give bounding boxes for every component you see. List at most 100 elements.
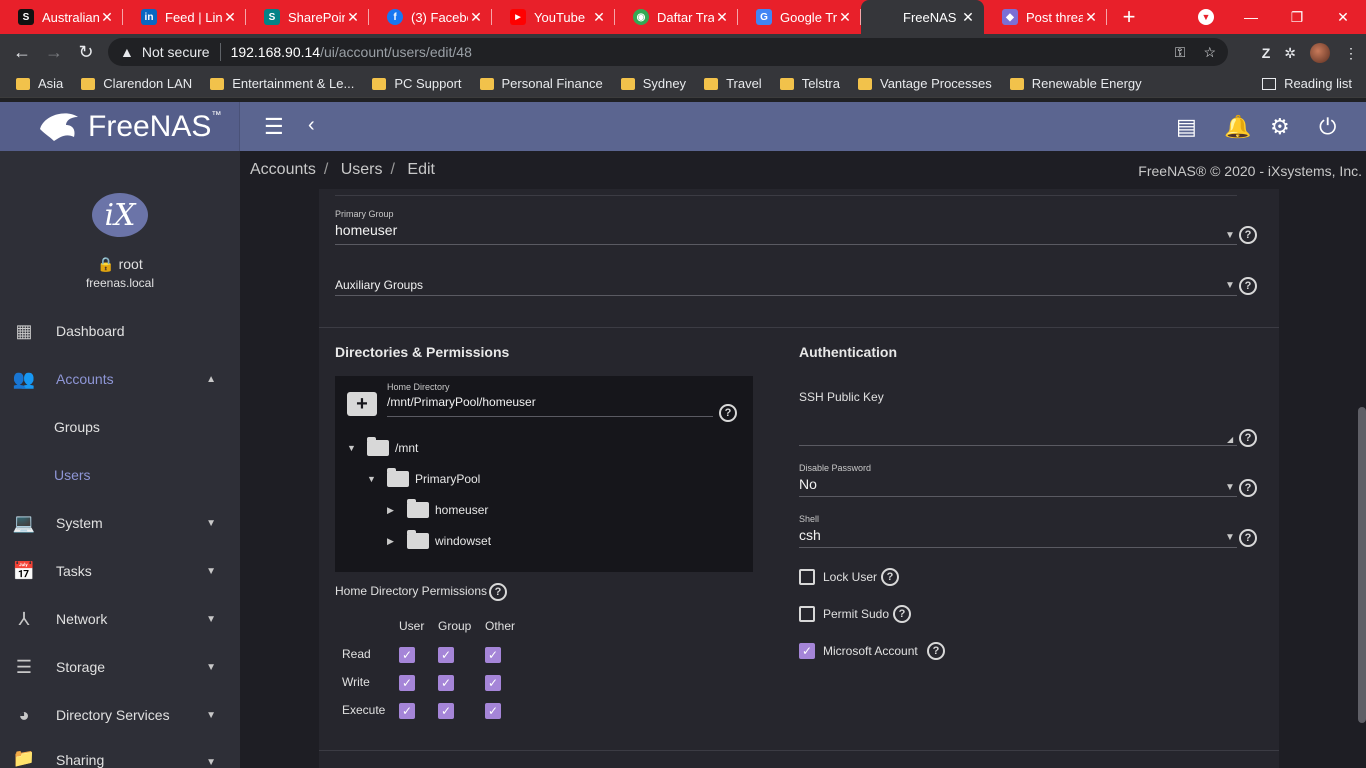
bookmark-folder[interactable]: Sydney [620,76,686,91]
browser-tab-active[interactable]: FreeNAS - ✕ [861,0,984,34]
bookmark-folder[interactable]: Vantage Processes [858,76,992,91]
bookmark-folder[interactable]: Clarendon LAN [81,76,192,91]
collapse-icon[interactable]: ▶ [387,536,399,547]
browser-tab[interactable]: ▶ YouTube ✕ [492,0,615,34]
perm-other-write-checkbox[interactable]: ✓ [485,675,501,691]
help-icon[interactable]: ? [1239,529,1257,547]
browser-tab[interactable]: G Google Tra✕ [738,0,861,34]
freenas-logo[interactable]: FreeNAS ™ [0,102,240,151]
tree-node-mnt[interactable]: ▼ /mnt [347,437,418,456]
chevron-down-icon[interactable]: ▼ [1225,280,1235,291]
breadcrumb-accounts[interactable]: Accounts [250,161,316,178]
shell-select[interactable]: Shell csh [799,514,821,543]
sidebar-item-sharing[interactable]: 📁 Sharing ▼ [0,739,240,768]
restore-icon[interactable]: ❐ [1274,9,1320,26]
browser-tab[interactable]: S SharePoint✕ [246,0,369,34]
back-icon[interactable]: ← [6,42,38,63]
not-secure-label[interactable]: Not secure [142,44,210,60]
bell-icon[interactable]: 🔔 [1224,114,1251,140]
bookmark-folder[interactable]: Personal Finance [479,76,603,91]
lock-user-checkbox[interactable] [799,569,815,585]
reading-list-button[interactable]: Reading list [1262,76,1352,91]
breadcrumb-users[interactable]: Users [341,161,383,178]
help-icon[interactable]: ? [489,583,507,601]
bookmark-folder[interactable]: Telstra [779,76,840,91]
expand-icon[interactable]: ▼ [347,443,359,453]
expand-icon[interactable]: ▼ [367,474,379,484]
chevron-down-icon[interactable]: ▼ [1225,532,1235,543]
scrollbar[interactable] [1358,407,1366,723]
close-icon[interactable]: ✕ [345,9,361,26]
hamburger-menu-icon[interactable]: ☰ [264,114,284,140]
new-tab-button[interactable]: + [1107,0,1151,34]
more-icon[interactable]: ⋮ [1344,45,1358,62]
help-icon[interactable]: ? [881,568,899,586]
tree-node-primarypool[interactable]: ▼ PrimaryPool [367,468,480,487]
perm-user-read-checkbox[interactable]: ✓ [399,647,415,663]
reload-icon[interactable]: ↻ [70,42,102,63]
bookmark-folder[interactable]: Travel [704,76,762,91]
perm-group-read-checkbox[interactable]: ✓ [438,647,454,663]
close-icon[interactable]: ✕ [222,9,238,26]
gear-icon[interactable]: ⚙ [1270,114,1290,140]
sidebar-item-users[interactable]: Users [0,451,240,499]
sidebar-item-network[interactable]: ⅄ Network ▼ [0,595,240,643]
close-icon[interactable]: ✕ [591,9,607,26]
key-icon[interactable]: ⚿ [1175,44,1186,61]
resize-handle-icon[interactable]: ◢ [1227,435,1233,444]
sidebar-item-system[interactable]: 💻 System ▼ [0,499,240,547]
perm-user-write-checkbox[interactable]: ✓ [399,675,415,691]
permit-sudo-checkbox[interactable] [799,606,815,622]
sidebar-item-groups[interactable]: Groups [0,403,240,451]
perm-user-execute-checkbox[interactable]: ✓ [399,703,415,719]
url-bar[interactable]: ▲ Not secure 192.168.90.14 /ui/account/u… [108,38,1228,66]
bookmark-folder[interactable]: Renewable Energy [1009,76,1142,91]
profile-avatar[interactable] [1310,43,1330,63]
browser-tab[interactable]: f (3) Facebo ✕ [369,0,492,34]
help-icon[interactable]: ? [1239,226,1257,244]
ssh-public-key-textarea[interactable] [799,409,1237,445]
sidebar-item-dashboard[interactable]: ▦ Dashboard [0,307,240,355]
browser-tab[interactable]: ◉ Daftar Tran✕ [615,0,738,34]
close-icon[interactable]: ✕ [99,9,115,26]
close-icon[interactable]: ✕ [468,9,484,26]
clipboard-icon[interactable]: ▤ [1176,114,1197,140]
star-icon[interactable]: ☆ [1203,44,1216,61]
perm-group-execute-checkbox[interactable]: ✓ [438,703,454,719]
forward-icon[interactable]: → [38,42,70,63]
sidebar-item-storage[interactable]: ☰ Storage ▼ [0,643,240,691]
permit-sudo-label[interactable]: Permit Sudo [823,607,889,621]
help-icon[interactable]: ? [893,605,911,623]
lock-user-label[interactable]: Lock User [823,570,877,584]
browser-tab[interactable]: in Feed | Link✕ [123,0,246,34]
sidebar-item-tasks[interactable]: 📅 Tasks ▼ [0,547,240,595]
help-icon[interactable]: ? [1239,479,1257,497]
perm-group-write-checkbox[interactable]: ✓ [438,675,454,691]
extension-z-icon[interactable]: Z [1262,45,1271,61]
browser-tab[interactable]: S Australian ✕ [0,0,123,34]
bookmark-folder[interactable]: PC Support [372,76,462,91]
tab-search-icon[interactable]: ▼ [1198,9,1214,25]
close-icon[interactable]: ✕ [1083,9,1099,26]
microsoft-account-checkbox[interactable]: ✓ [799,643,815,659]
sidebar-item-directory-services[interactable]: ◕ Directory Services ▼ [0,691,240,739]
sidebar-item-accounts[interactable]: 👥 Accounts ▲ [0,355,240,403]
close-icon[interactable]: ✕ [960,9,976,26]
collapse-icon[interactable]: ▶ [387,505,399,516]
perm-other-read-checkbox[interactable]: ✓ [485,647,501,663]
chevron-left-icon[interactable]: ‹ [308,114,315,137]
disable-password-select[interactable]: Disable Password No [799,463,871,492]
add-folder-icon[interactable]: + [347,392,377,416]
warning-icon[interactable]: ▲ [120,44,134,60]
minimize-icon[interactable]: — [1228,9,1274,25]
primary-group-select[interactable]: Primary Group homeuser [335,209,397,238]
chevron-down-icon[interactable]: ▼ [1225,482,1235,493]
close-icon[interactable]: ✕ [714,9,730,26]
help-icon[interactable]: ? [719,404,737,422]
microsoft-account-label[interactable]: Microsoft Account [823,644,918,658]
help-icon[interactable]: ? [1239,277,1257,295]
chevron-down-icon[interactable]: ▼ [1225,230,1235,241]
browser-tab[interactable]: ◆ Post threa ✕ [984,0,1107,34]
perm-other-execute-checkbox[interactable]: ✓ [485,703,501,719]
bookmark-folder[interactable]: Entertainment & Le... [210,76,354,91]
